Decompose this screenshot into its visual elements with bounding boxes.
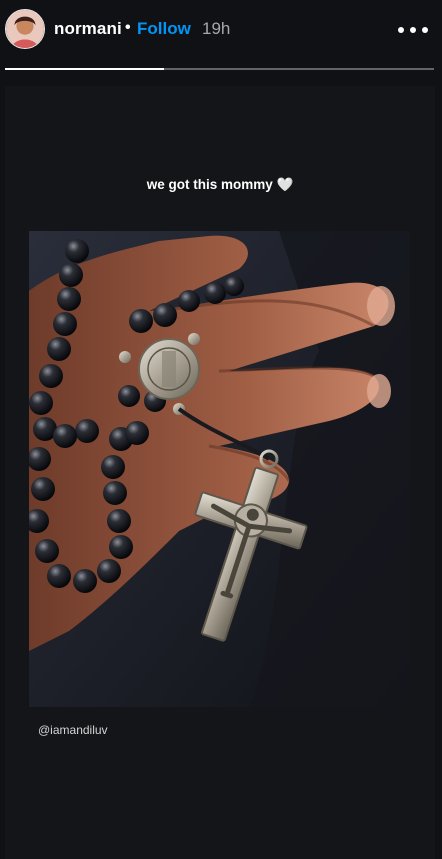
more-options-icon[interactable]: [398, 20, 428, 40]
story-content[interactable]: we got this mommy 🤍 @iamandiluv: [5, 86, 435, 859]
more-dot: [422, 27, 428, 33]
more-dot: [410, 27, 416, 33]
avatar-image: [6, 10, 44, 48]
story-progress-fill: [5, 68, 164, 70]
separator-dot: •: [125, 19, 131, 36]
mention-tag[interactable]: @iamandiluv: [38, 723, 108, 737]
rosary-photo: [29, 231, 410, 707]
story-photo: [29, 231, 410, 707]
more-dot: [398, 27, 404, 33]
story-caption: we got this mommy 🤍: [146, 177, 294, 192]
story-viewer: normani • Follow 19h we got this mommy 🤍: [0, 0, 442, 859]
story-header: normani • Follow 19h: [0, 0, 442, 62]
timestamp: 19h: [202, 19, 231, 38]
username[interactable]: normani: [54, 19, 122, 39]
story-progress-bar: [5, 68, 434, 70]
follow-button[interactable]: Follow: [137, 19, 191, 39]
avatar[interactable]: [5, 9, 45, 49]
